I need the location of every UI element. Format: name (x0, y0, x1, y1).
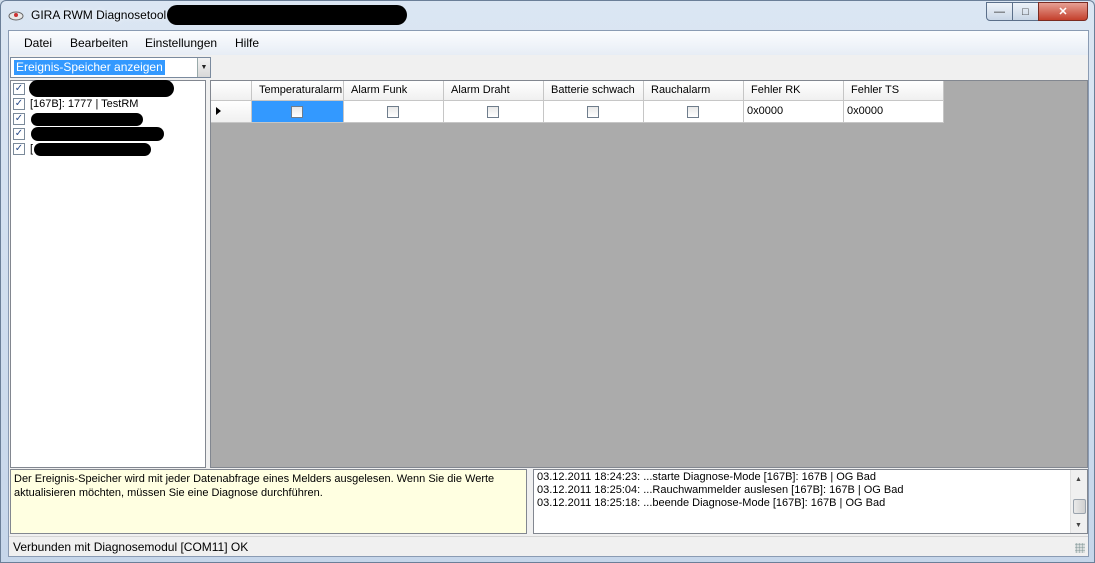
cell-alarm-draht[interactable] (444, 101, 544, 123)
column-header-fehler-rk[interactable]: Fehler RK (744, 81, 844, 101)
maximize-button[interactable]: □ (1012, 2, 1039, 21)
cell-temperaturalarm[interactable] (252, 101, 344, 123)
checkbox-alarm-funk[interactable] (387, 106, 399, 118)
redacted-label (34, 143, 151, 156)
log-line: 03.12.2011 18:25:18: ...beende Diagnose-… (537, 497, 886, 509)
menu-bearbeiten[interactable]: Bearbeiten (70, 36, 128, 50)
checkbox-alarm-draht[interactable] (487, 106, 499, 118)
window-title: GIRA RWM Diagnosetool (31, 8, 167, 22)
tree-item[interactable]: ✓ (13, 127, 203, 141)
checkbox-temperaturalarm[interactable] (291, 106, 303, 118)
column-header-fehler-ts[interactable]: Fehler TS (844, 81, 944, 101)
column-header-alarm-draht[interactable]: Alarm Draht (444, 81, 544, 101)
resize-grip-icon[interactable] (1075, 543, 1085, 553)
cell-fehler-ts[interactable]: 0x0000 (844, 101, 944, 123)
scroll-thumb[interactable] (1073, 499, 1086, 514)
redacted-label (29, 80, 174, 97)
checkbox-rauchalarm[interactable] (687, 106, 699, 118)
menu-bar: Datei Bearbeiten Einstellungen Hilfe (9, 31, 1088, 55)
tree-item[interactable]: ✓ [167B]: 1777 | TestRM (13, 97, 203, 111)
column-header-batterie-schwach[interactable]: Batterie schwach (544, 81, 644, 101)
column-header-alarm-funk[interactable]: Alarm Funk (344, 81, 444, 101)
grid-corner-header[interactable] (211, 81, 252, 101)
detector-tree[interactable]: ✓ ✓ [167B]: 1777 | TestRM ✓ ✓ ✓ [ (10, 80, 206, 468)
client-area: Datei Bearbeiten Einstellungen Hilfe Ere… (8, 30, 1089, 557)
menu-hilfe[interactable]: Hilfe (235, 36, 259, 50)
view-mode-dropdown[interactable]: Ereignis-Speicher anzeigen ▼ (10, 57, 211, 78)
tree-item[interactable]: ✓ (13, 112, 203, 126)
info-text-panel: Der Ereignis-Speicher wird mit jeder Dat… (10, 469, 527, 534)
tree-item[interactable]: ✓ [ (13, 142, 203, 156)
minimize-button[interactable]: — (986, 2, 1013, 21)
status-bar: Verbunden mit Diagnosemodul [COM11] OK (9, 536, 1088, 556)
app-window: GIRA RWM Diagnosetool — □ ✕ Datei Bearbe… (0, 0, 1095, 563)
checkbox-batterie-schwach[interactable] (587, 106, 599, 118)
redacted-label (31, 127, 164, 141)
tree-item[interactable]: ✓ (13, 80, 203, 97)
tree-checkbox[interactable]: ✓ (13, 128, 25, 140)
menu-datei[interactable]: Datei (24, 36, 52, 50)
log-line: 03.12.2011 18:25:04: ...Rauchwammelder a… (537, 484, 904, 496)
tree-item-label: [167B]: 1777 | TestRM (30, 98, 139, 110)
log-line: 03.12.2011 18:24:23: ...starte Diagnose-… (537, 471, 876, 483)
row-header[interactable] (211, 101, 252, 123)
cell-alarm-funk[interactable] (344, 101, 444, 123)
title-bar[interactable]: GIRA RWM Diagnosetool — □ ✕ (1, 1, 1094, 29)
status-text: Verbunden mit Diagnosemodul [COM11] OK (13, 540, 249, 554)
cell-batterie-schwach[interactable] (544, 101, 644, 123)
smoke-detector-icon (8, 11, 24, 21)
log-panel[interactable]: 03.12.2011 18:24:23: ...starte Diagnose-… (533, 469, 1088, 534)
cell-fehler-rk[interactable]: 0x0000 (744, 101, 844, 123)
scroll-down-icon[interactable]: ▼ (1075, 519, 1082, 532)
column-header-rauchalarm[interactable]: Rauchalarm (644, 81, 744, 101)
view-mode-selected: Ereignis-Speicher anzeigen (14, 60, 165, 75)
tree-checkbox[interactable]: ✓ (13, 98, 25, 110)
tree-checkbox[interactable]: ✓ (13, 83, 25, 95)
close-button[interactable]: ✕ (1038, 2, 1088, 21)
column-header-temperaturalarm[interactable]: Temperaturalarm (252, 81, 344, 101)
tree-item-label: [ (30, 143, 34, 155)
chevron-down-icon[interactable]: ▼ (197, 58, 210, 77)
current-row-arrow-icon (216, 107, 221, 115)
tree-checkbox[interactable]: ✓ (13, 113, 25, 125)
cell-rauchalarm[interactable] (644, 101, 744, 123)
tree-checkbox[interactable]: ✓ (13, 143, 25, 155)
redacted-label (31, 113, 143, 126)
redacted-title-suffix (167, 5, 407, 25)
log-scrollbar[interactable]: ▲ ▼ (1070, 470, 1087, 533)
menu-einstellungen[interactable]: Einstellungen (145, 36, 217, 50)
scroll-up-icon[interactable]: ▲ (1075, 473, 1082, 486)
event-memory-grid: Temperaturalarm Alarm Funk Alarm Draht B… (210, 80, 1088, 468)
